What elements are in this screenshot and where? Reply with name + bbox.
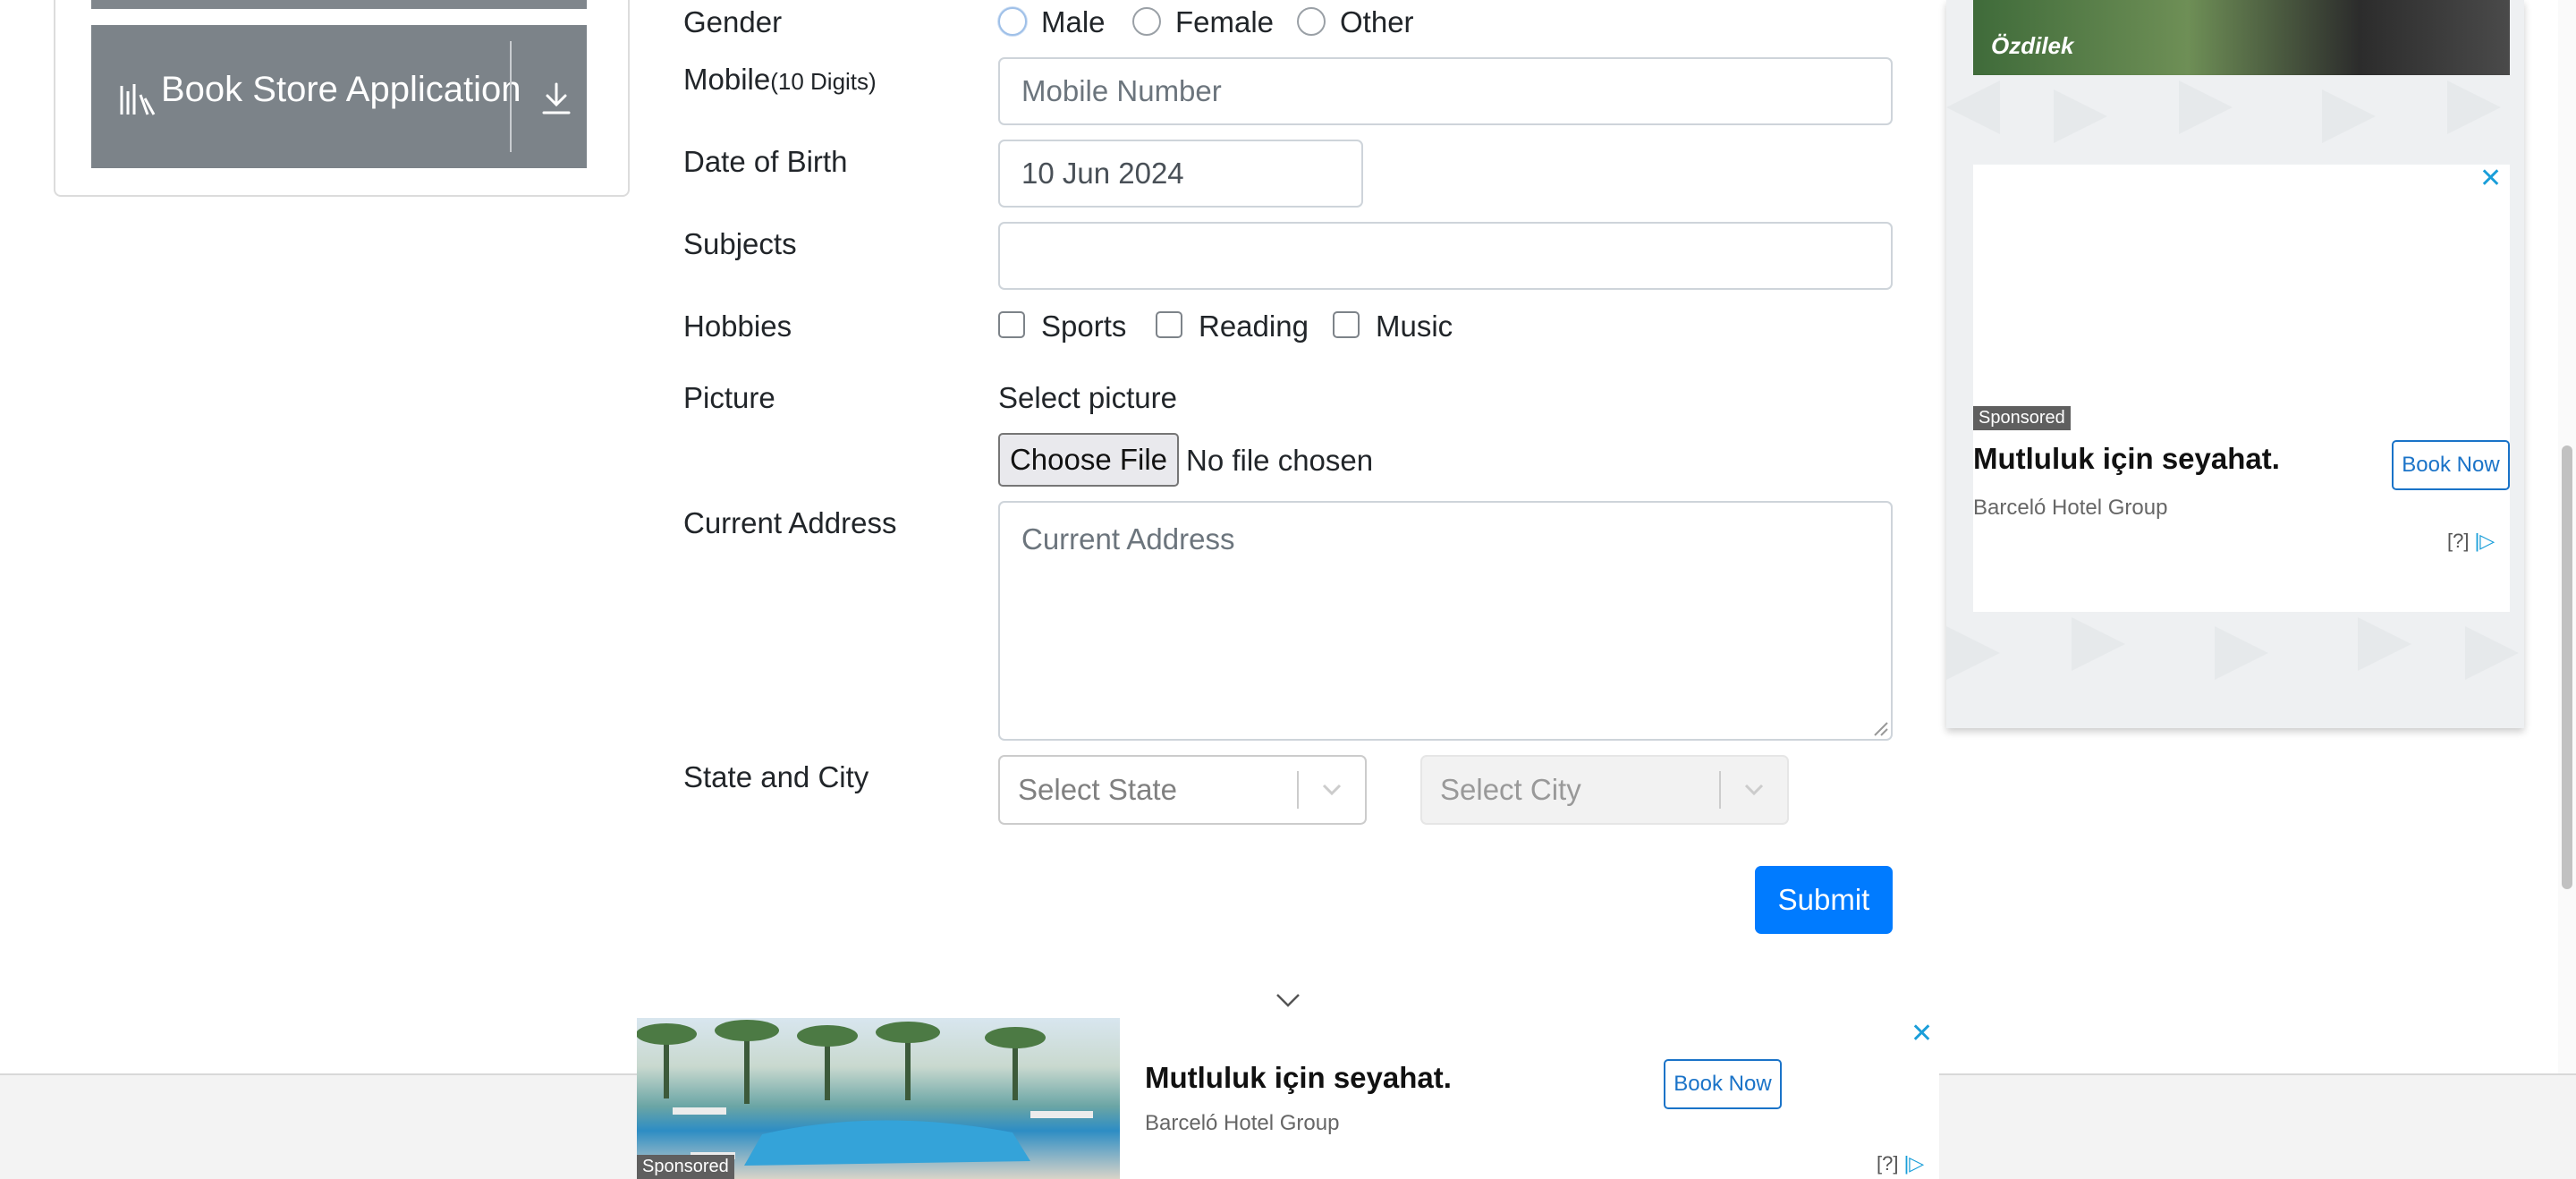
download-icon[interactable] xyxy=(538,81,574,116)
gender-label: Gender xyxy=(683,5,783,38)
city-select[interactable]: Select City xyxy=(1420,755,1789,825)
hobby-sports-checkbox[interactable] xyxy=(998,311,1025,338)
hobby-music-checkbox[interactable] xyxy=(1333,311,1360,338)
page-scrollbar-thumb[interactable] xyxy=(2562,445,2572,889)
chevron-down-icon[interactable] xyxy=(1318,778,1345,802)
state-select[interactable]: Select State xyxy=(998,755,1367,825)
side-ad-image[interactable]: Özdilek xyxy=(1973,0,2510,75)
choose-file-button[interactable]: Choose File xyxy=(998,433,1179,487)
bottom-ad-book-now-button[interactable]: Book Now xyxy=(1664,1059,1782,1109)
bottom-ad-title[interactable]: Mutluluk için seyahat. xyxy=(1145,1061,1452,1095)
ad-image-brand: Özdilek xyxy=(1991,32,2074,59)
subjects-label: Subjects xyxy=(683,227,797,260)
side-ad-close-icon[interactable]: ✕ xyxy=(2479,163,2502,194)
current-address-placeholder: Current Address xyxy=(1021,522,1235,556)
bottom-ad-source: Barceló Hotel Group xyxy=(1145,1111,1340,1135)
state-and-city-label: State and City xyxy=(683,760,869,793)
side-ad-sponsored-badge: Sponsored xyxy=(1973,406,2071,430)
bottom-ad-sponsored-badge: Sponsored xyxy=(637,1155,734,1179)
gender-male-label[interactable]: Male xyxy=(1041,5,1106,39)
picture-label: Picture xyxy=(683,381,775,414)
side-ad-choices[interactable]: [?] |▷ xyxy=(2447,530,2495,553)
subjects-input[interactable] xyxy=(998,222,1893,290)
gender-other-radio[interactable] xyxy=(1297,7,1326,36)
hobby-sports-label[interactable]: Sports xyxy=(1041,310,1126,344)
bottom-ad-info-link[interactable]: [?] xyxy=(1877,1152,1898,1175)
hobby-music-label[interactable]: Music xyxy=(1376,310,1453,344)
adchoices-icon[interactable]: |▷ xyxy=(2475,530,2496,552)
state-select-placeholder: Select State xyxy=(1018,773,1177,806)
app-tile-label: Book Store Application xyxy=(161,70,521,109)
date-of-birth-input[interactable]: 10 Jun 2024 xyxy=(998,140,1363,208)
hobbies-label: Hobbies xyxy=(683,310,792,343)
collapse-chevron-icon[interactable] xyxy=(1274,989,1302,1011)
gender-female-radio[interactable] xyxy=(1132,7,1161,36)
chevron-down-icon[interactable] xyxy=(1741,778,1767,802)
mobile-label-text: Mobile xyxy=(683,63,771,96)
resize-grip-icon[interactable] xyxy=(1871,719,1889,737)
book-store-application-tile[interactable]: Book Store Application xyxy=(91,25,587,168)
file-status-text: No file chosen xyxy=(1186,444,1374,477)
bottom-ad-close-icon[interactable]: ✕ xyxy=(1911,1018,1933,1049)
hobby-reading-checkbox[interactable] xyxy=(1156,311,1182,338)
adchoices-icon[interactable]: |▷ xyxy=(1904,1152,1925,1175)
side-ad-book-now-button[interactable]: Book Now xyxy=(2392,440,2510,490)
side-ad-info-link[interactable]: [?] xyxy=(2447,530,2469,552)
gender-female-label[interactable]: Female xyxy=(1175,5,1274,39)
hobby-reading-label[interactable]: Reading xyxy=(1199,310,1309,344)
current-address-label: Current Address xyxy=(683,506,897,539)
bottom-ad-image[interactable]: Sponsored xyxy=(637,1018,1120,1179)
city-select-placeholder: Select City xyxy=(1440,773,1581,806)
date-of-birth-label: Date of Birth xyxy=(683,145,848,178)
bottom-ad[interactable]: Sponsored Mutluluk için seyahat. Barceló… xyxy=(637,1018,1939,1179)
city-select-separator xyxy=(1719,771,1721,809)
books-icon xyxy=(120,84,156,115)
side-ad-card[interactable] xyxy=(1973,165,2510,612)
state-select-separator xyxy=(1297,771,1299,809)
select-picture-caption: Select picture xyxy=(998,381,1177,414)
sidebar-previous-tile[interactable] xyxy=(91,0,587,9)
gender-male-radio[interactable] xyxy=(998,7,1027,36)
side-ad-title[interactable]: Mutluluk için seyahat. xyxy=(1973,442,2280,476)
gender-other-label[interactable]: Other xyxy=(1340,5,1414,39)
tile-divider xyxy=(510,41,512,152)
submit-button[interactable]: Submit xyxy=(1755,866,1893,934)
mobile-label: Mobile(10 Digits) xyxy=(683,63,877,97)
mobile-number-input[interactable]: Mobile Number xyxy=(998,57,1893,125)
bottom-ad-choices[interactable]: [?] |▷ xyxy=(1877,1152,1924,1175)
current-address-textarea[interactable]: Current Address xyxy=(998,501,1893,741)
mobile-hint: (10 Digits) xyxy=(770,68,877,95)
side-ad-source: Barceló Hotel Group xyxy=(1973,496,2168,520)
